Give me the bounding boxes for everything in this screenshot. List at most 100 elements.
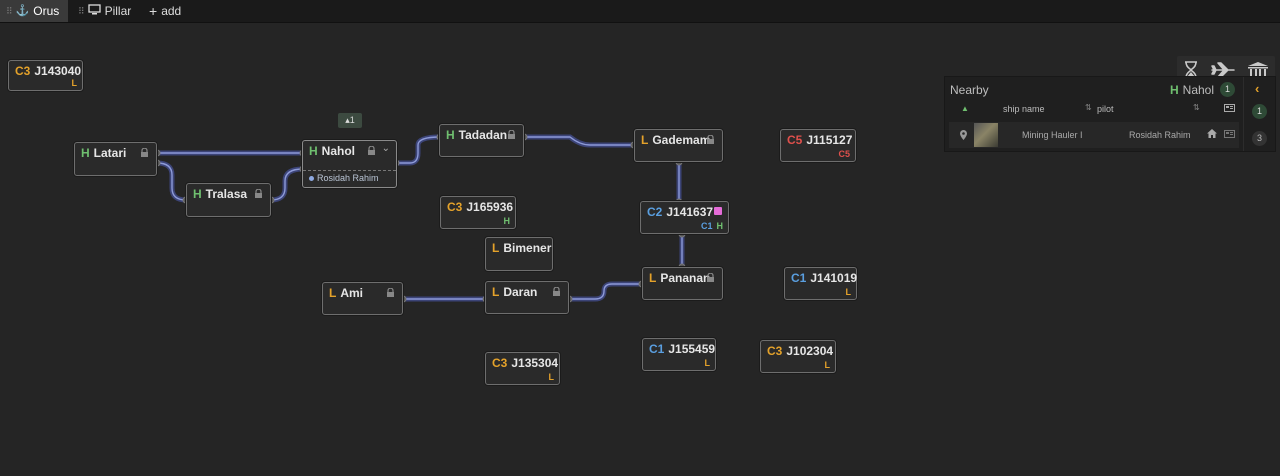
system-class: H [193, 187, 202, 201]
system-j155459[interactable]: C1 J155459 L [642, 338, 716, 371]
system-map[interactable]: C3 J143040 L H Latari H Tralasa ▴1 H Nahol ⌄… [0, 23, 1280, 476]
plus-icon: + [149, 3, 158, 19]
tab-bar: ⠿ ⚓ Orus ⠿ Pillar + add [0, 0, 1280, 23]
system-label: Tadadan [458, 128, 508, 142]
system-j141637[interactable]: C2 J141637 C1 H [640, 201, 729, 234]
lock-icon[interactable] [367, 146, 376, 155]
system-label: Gademam [652, 133, 711, 147]
system-label: J141019 [810, 271, 858, 285]
drag-handle-icon[interactable]: ⠿ [6, 0, 13, 22]
system-label: Tralasa [205, 187, 248, 201]
system-class: H [1170, 83, 1179, 97]
lock-icon[interactable] [140, 148, 149, 157]
system-pananan[interactable]: L Pananan [642, 267, 723, 300]
system-label: Daran [503, 285, 538, 299]
id-card-icon[interactable] [1224, 104, 1235, 114]
system-label: J155459 [668, 342, 716, 356]
lock-icon[interactable] [386, 288, 395, 297]
system-class: L [329, 286, 337, 300]
system-label: Ami [340, 286, 364, 300]
system-j165936[interactable]: C3 J165936 H [440, 196, 516, 229]
panel-side: ‹ 1 3 [1243, 77, 1276, 151]
pilot-row[interactable]: Rosidah Rahim [303, 170, 396, 187]
system-tralasa[interactable]: H Tralasa [186, 183, 271, 217]
system-j135304[interactable]: C3 J135304 L [485, 352, 560, 385]
system-class: C2 [647, 205, 663, 219]
system-name: C3 J102304 [767, 344, 833, 358]
system-j102304[interactable]: C3 J102304 L [760, 340, 836, 373]
system-j143040[interactable]: C3 J143040 L [8, 60, 83, 91]
system-j115127[interactable]: C5 J115127 C5 [780, 129, 856, 162]
table-row[interactable]: Mining Hauler I Rosidah Rahim [949, 122, 1239, 148]
color-tag [714, 207, 722, 215]
nearby-count-badge: 1 [1220, 82, 1235, 97]
statics: L [846, 287, 852, 297]
badge-count: 1 [349, 115, 355, 125]
tab-label: Orus [33, 4, 60, 18]
system-nahol[interactable]: H Nahol ⌄ Rosidah Rahim [302, 140, 397, 188]
static-class: C5 [838, 149, 850, 159]
static-class: L [71, 78, 78, 88]
pilot-name: Rosidah Rahim [317, 173, 379, 183]
system-daran[interactable]: L Daran [485, 281, 569, 314]
system-class: L [492, 241, 500, 255]
statics: L [549, 372, 555, 382]
system-name: C5 J115127 [787, 133, 852, 147]
system-name: H Tralasa [193, 187, 247, 201]
lock-icon[interactable] [552, 287, 561, 296]
system-label: Pananan [660, 271, 711, 285]
static-class: L [548, 372, 555, 382]
system-class: C1 [649, 342, 665, 356]
system-class: L [641, 133, 649, 147]
id-card-icon[interactable] [1224, 130, 1235, 140]
system-class: C5 [787, 133, 803, 147]
pilot-count-badge[interactable]: ▴1 [338, 113, 362, 128]
lock-icon[interactable] [706, 273, 715, 282]
drag-handle-icon[interactable]: ⠿ [78, 0, 85, 22]
lock-icon[interactable] [706, 135, 715, 144]
side-count-badge[interactable]: 1 [1252, 104, 1267, 119]
system-class: H [309, 144, 318, 158]
home-icon[interactable] [1207, 129, 1217, 140]
system-name: L Bimener [492, 241, 551, 255]
sort-icon[interactable]: ⇅ [1193, 103, 1200, 112]
tab-pillar[interactable]: ⠿ Pillar [72, 0, 142, 22]
sort-asc-icon[interactable]: ▲ [961, 104, 969, 113]
system-class: H [446, 128, 455, 142]
system-name: C1 J141019 [791, 271, 857, 285]
side-count-badge[interactable]: 3 [1252, 131, 1267, 146]
connection-tadadan-gademam [521, 134, 637, 148]
pilot-name[interactable]: Rosidah Rahim [1129, 130, 1191, 140]
panel-system: H Nahol [1170, 83, 1214, 97]
map-pin-icon[interactable] [960, 130, 967, 142]
statics: L [72, 78, 78, 88]
column-ship-name[interactable]: ship name [1003, 104, 1045, 114]
system-class: C3 [15, 64, 31, 78]
tab-orus[interactable]: ⠿ ⚓ Orus [0, 0, 68, 22]
tab-add[interactable]: + add [143, 0, 193, 22]
system-label: J115127 [806, 133, 853, 147]
statics: C5 [838, 149, 850, 159]
system-label: J143040 [34, 64, 82, 78]
system-gademam[interactable]: L Gademam [634, 129, 723, 162]
chevron-left-icon[interactable]: ‹ [1255, 81, 1259, 96]
lock-icon[interactable] [507, 130, 516, 139]
system-j141019[interactable]: C1 J141019 L [784, 267, 857, 300]
system-label: Latari [93, 146, 127, 160]
chevron-down-icon[interactable]: ⌄ [382, 143, 390, 154]
tab-label: add [161, 4, 182, 18]
system-latari[interactable]: H Latari [74, 142, 157, 176]
system-name: C1 J155459 [649, 342, 715, 356]
column-pilot[interactable]: pilot [1097, 104, 1114, 114]
system-bimener[interactable]: L Bimener [485, 237, 553, 271]
system-name: C3 J135304 [492, 356, 558, 370]
nearby-panel: Nearby H Nahol 1 ▲ ship name ⇅ pilot ⇅ Mi… [944, 76, 1276, 152]
system-ami[interactable]: L Ami [322, 282, 403, 315]
tab-label: Pillar [104, 4, 132, 18]
lock-icon[interactable] [254, 189, 263, 198]
system-name: H Latari [81, 146, 126, 160]
sort-icon[interactable]: ⇅ [1085, 103, 1092, 112]
system-name: C2 J141637 [647, 205, 713, 219]
system-name: L Daran [492, 285, 537, 299]
system-tadadan[interactable]: H Tadadan [439, 124, 524, 157]
